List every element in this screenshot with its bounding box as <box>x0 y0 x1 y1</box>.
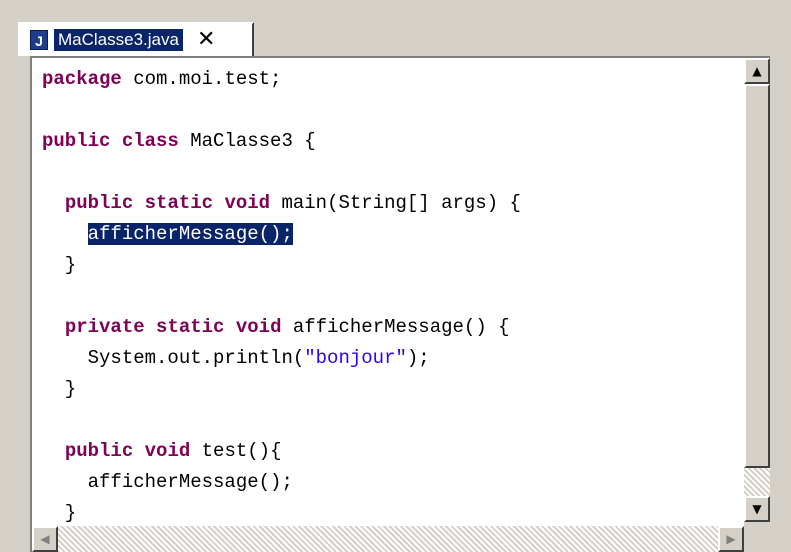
editor-window: J MaClasse3.java ✕ package com.moi.test;… <box>0 0 791 552</box>
tab-maclasse3[interactable]: J MaClasse3.java ✕ <box>18 22 254 56</box>
code-keyword: private <box>64 316 145 338</box>
code-line[interactable]: private static void afficherMessage() { <box>42 312 521 343</box>
code-line[interactable]: afficherMessage(); <box>42 219 521 250</box>
vertical-scroll-thumb[interactable] <box>744 84 770 468</box>
code-text: ); <box>406 347 430 369</box>
code-text: main(String[] args) { <box>270 192 521 214</box>
code-line[interactable]: package com.moi.test; <box>42 64 521 95</box>
scrollbar-corner <box>744 522 770 552</box>
code-area[interactable]: package com.moi.test; public class MaCla… <box>42 64 521 529</box>
code-keyword: static <box>144 192 214 214</box>
code-keyword: void <box>144 440 191 462</box>
code-keyword: static <box>156 316 225 338</box>
code-text: afficherMessage(); <box>42 471 293 493</box>
code-keyword: package <box>42 68 122 90</box>
horizontal-scrollbar[interactable]: ◀ ▶ <box>32 526 744 552</box>
code-line[interactable]: } <box>42 374 521 405</box>
code-keyword: public <box>42 130 111 152</box>
tab-label: MaClasse3.java <box>54 29 183 51</box>
code-line[interactable] <box>42 281 521 312</box>
code-line[interactable]: public class MaClasse3 { <box>42 126 521 157</box>
code-text: afficherMessage() { <box>281 316 510 338</box>
code-text: test(){ <box>190 440 282 462</box>
code-line[interactable] <box>42 95 521 126</box>
code-text: } <box>42 378 77 400</box>
code-line[interactable]: public static void main(String[] args) { <box>42 188 521 219</box>
code-line[interactable]: System.out.println("bonjour"); <box>42 343 521 374</box>
code-keyword: void <box>224 192 271 214</box>
code-selection: afficherMessage(); <box>87 223 293 245</box>
java-file-icon: J <box>30 30 48 50</box>
close-icon[interactable]: ✕ <box>197 29 215 51</box>
code-text: System.out.println( <box>42 347 305 369</box>
right-border <box>770 56 791 552</box>
scroll-down-button[interactable]: ▼ <box>744 496 770 522</box>
code-keyword: public <box>64 440 134 462</box>
code-line[interactable]: } <box>42 250 521 281</box>
code-text: MaClasse3 { <box>178 130 316 152</box>
tab-strip: J MaClasse3.java ✕ <box>0 0 791 58</box>
code-string: "bonjour" <box>304 347 407 369</box>
vertical-scrollbar[interactable]: ▲ ▼ <box>744 58 770 522</box>
code-text: } <box>42 502 77 524</box>
code-line[interactable]: } <box>42 498 521 529</box>
code-keyword: class <box>121 130 179 152</box>
vertical-scroll-track[interactable] <box>744 468 770 496</box>
scroll-up-button[interactable]: ▲ <box>744 58 770 84</box>
scroll-right-button[interactable]: ▶ <box>718 526 744 552</box>
code-text: } <box>42 254 77 276</box>
code-keyword: void <box>235 316 282 338</box>
code-line[interactable]: public void test(){ <box>42 436 521 467</box>
code-line[interactable] <box>42 405 521 436</box>
code-text: com.moi.test; <box>121 68 282 90</box>
code-line[interactable]: afficherMessage(); <box>42 467 521 498</box>
code-keyword: public <box>64 192 134 214</box>
code-editor[interactable]: package com.moi.test; public class MaCla… <box>30 56 770 552</box>
code-line[interactable] <box>42 157 521 188</box>
scroll-left-button[interactable]: ◀ <box>32 526 58 552</box>
